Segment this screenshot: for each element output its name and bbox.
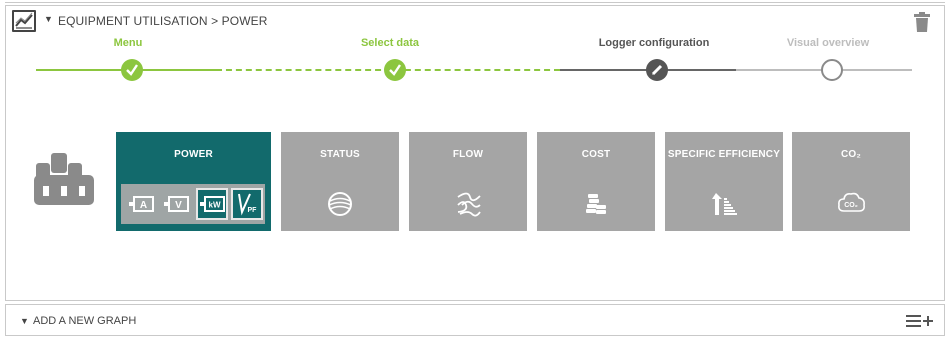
kilowatt-unit-label: kW <box>209 201 221 210</box>
trash-icon[interactable] <box>912 11 932 33</box>
step-label-menu[interactable]: Menu <box>48 37 208 49</box>
voltage-unit-label: V <box>175 200 182 211</box>
collapse-caret-icon[interactable]: ▼ <box>44 14 53 24</box>
tile-cost[interactable]: COST <box>537 132 655 231</box>
power-factor-icon[interactable]: PF <box>231 188 263 220</box>
top-border <box>5 2 945 3</box>
kilowatt-icon[interactable]: kW <box>196 188 228 220</box>
step-label-logger-configuration[interactable]: Logger configuration <box>574 37 734 49</box>
line-chart-icon[interactable] <box>12 10 36 32</box>
svg-text:CO₂: CO₂ <box>844 202 858 209</box>
tile-flow[interactable]: FLOW <box>409 132 527 231</box>
efficiency-icon <box>710 190 738 223</box>
power-options-bar: A V kW PF <box>121 184 265 224</box>
tile-specific-efficiency[interactable]: SPECIFIC EFFICIENCY <box>665 132 783 231</box>
check-icon[interactable] <box>384 59 406 81</box>
tile-cost-label: COST <box>581 149 611 160</box>
graph-title: EQUIPMENT UTILISATION > POWER <box>58 14 268 28</box>
current-icon[interactable]: A <box>126 188 158 220</box>
tile-status-label: STATUS <box>320 149 360 160</box>
tile-status[interactable]: STATUS <box>281 132 399 231</box>
add-graph-bar[interactable]: ▼ ADD A NEW GRAPH <box>5 304 945 336</box>
tile-flow-label: FLOW <box>452 149 484 160</box>
tile-power[interactable]: POWER A V kW PF <box>116 132 271 231</box>
add-list-icon[interactable] <box>906 314 934 328</box>
voltage-icon[interactable]: V <box>161 188 193 220</box>
check-icon[interactable] <box>121 59 143 81</box>
cost-icon <box>582 190 610 223</box>
co2-icon: CO₂ <box>836 190 866 221</box>
flow-icon <box>454 190 482 223</box>
tile-specific-efficiency-label: SPECIFIC EFFICIENCY <box>667 149 781 160</box>
add-graph-label[interactable]: ADD A NEW GRAPH <box>33 315 136 327</box>
step-label-select-data[interactable]: Select data <box>310 37 470 49</box>
pending-step-circle[interactable] <box>821 59 843 81</box>
pencil-icon[interactable] <box>646 59 668 81</box>
tile-power-label: POWER <box>174 149 213 160</box>
step-label-visual-overview[interactable]: Visual overview <box>748 37 908 49</box>
tile-co2[interactable]: CO₂ CO₂ <box>792 132 910 231</box>
power-factor-unit-label: PF <box>248 207 258 214</box>
factory-icon <box>34 153 94 209</box>
tile-co2-label: CO₂ <box>840 149 862 160</box>
expand-caret-icon[interactable]: ▼ <box>20 316 29 326</box>
current-unit-label: A <box>140 200 147 211</box>
status-icon <box>326 190 354 223</box>
